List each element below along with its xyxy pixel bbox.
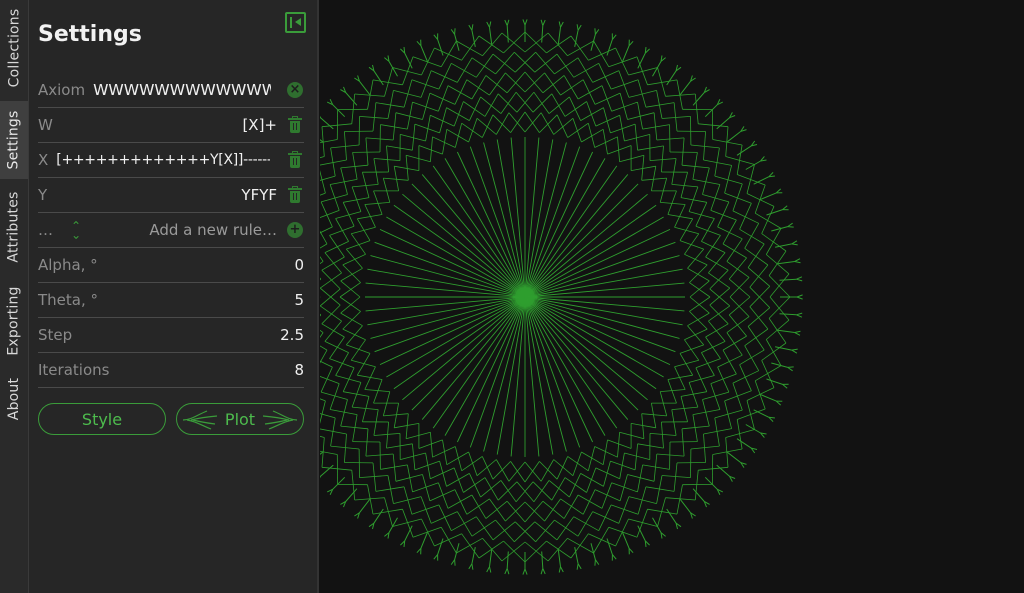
rule-row: W [X]+ (38, 108, 304, 143)
delete-rule-button[interactable] (286, 116, 304, 134)
axiom-input[interactable]: WWWWWWWWWWWWW (93, 81, 271, 99)
param-label: Step (38, 326, 73, 344)
new-rule-input[interactable]: Add a new rule… (149, 221, 277, 239)
param-label: Iterations (38, 361, 110, 379)
iterations-input[interactable]: 8 (294, 361, 304, 379)
rule-row: X [+++++++++++++Y[X]]------------- (38, 143, 304, 178)
param-row-alpha: Alpha, ° 0 (38, 248, 304, 283)
tab-about[interactable]: About (0, 370, 28, 428)
rule-input[interactable]: YFYF (241, 186, 277, 204)
lsystem-plot (320, 19, 803, 575)
axiom-label: Axiom (38, 81, 86, 99)
param-row-theta: Theta, ° 5 (38, 283, 304, 318)
axiom-row: Axiom WWWWWWWWWWWWW × (38, 73, 304, 108)
param-row-step: Step 2.5 (38, 318, 304, 353)
trash-icon (288, 151, 302, 168)
trash-icon (288, 116, 302, 133)
step-input[interactable]: 2.5 (280, 326, 304, 344)
branch-decoration-right-icon (262, 410, 298, 430)
symbol-stepper-icon[interactable]: ⌃ ⌃ (71, 220, 81, 241)
new-rule-symbol-select[interactable]: … (38, 221, 53, 239)
rule-symbol: W (38, 116, 53, 134)
plot-button[interactable]: Plot (176, 403, 304, 435)
tab-exporting[interactable]: Exporting (0, 279, 28, 363)
param-label: Theta, ° (38, 291, 99, 309)
sidebar-collapse-icon[interactable] (285, 12, 306, 33)
param-row-iterations: Iterations 8 (38, 353, 304, 388)
plot-button-label: Plot (224, 409, 256, 429)
panel-title: Settings (38, 22, 142, 47)
plot-canvas[interactable] (320, 0, 1024, 593)
param-label: Alpha, ° (38, 256, 98, 274)
add-rule-button[interactable]: + (286, 221, 304, 239)
rule-row: Y YFYF (38, 178, 304, 213)
delete-rule-button[interactable] (286, 186, 304, 204)
clear-axiom-button[interactable]: × (286, 81, 304, 99)
tab-settings[interactable]: Settings (0, 101, 28, 179)
new-rule-row: … ⌃ ⌃ Add a new rule… + (38, 213, 304, 248)
rule-symbol: X (38, 151, 49, 169)
tab-attributes[interactable]: Attributes (0, 184, 28, 270)
tab-collections[interactable]: Collections (0, 0, 28, 96)
plus-circle-icon: + (287, 222, 303, 238)
close-circle-icon: × (287, 82, 303, 98)
rule-input[interactable]: [+++++++++++++Y[X]]------------- (56, 152, 270, 168)
settings-panel: Settings Axiom WWWWWWWWWWWWW × W [X]+ X … (29, 0, 319, 593)
alpha-input[interactable]: 0 (294, 256, 304, 274)
rule-input[interactable]: [X]+ (242, 116, 277, 134)
branch-decoration-left-icon (182, 410, 218, 430)
rule-symbol: Y (38, 186, 48, 204)
style-button-label: Style (81, 409, 123, 429)
vertical-tab-strip: Collections Settings Attributes Exportin… (0, 0, 29, 593)
delete-rule-button[interactable] (286, 151, 304, 169)
theta-input[interactable]: 5 (294, 291, 304, 309)
app-window: Collections Settings Attributes Exportin… (0, 0, 1024, 593)
style-button[interactable]: Style (38, 403, 166, 435)
trash-icon (288, 186, 302, 203)
